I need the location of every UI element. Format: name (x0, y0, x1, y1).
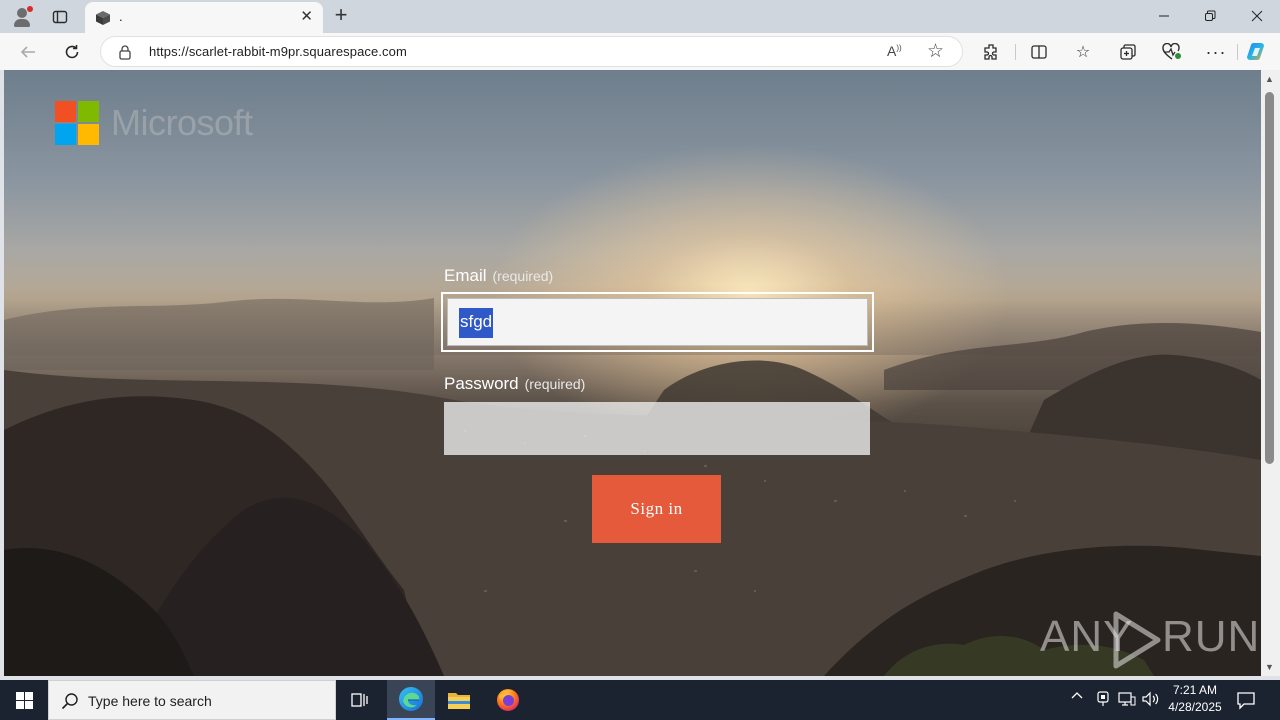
password-label-text: Password (444, 374, 519, 393)
favorites-icon[interactable]: ☆ (1072, 41, 1094, 63)
microsoft-logo: Microsoft (55, 101, 265, 147)
logo-square-yellow (78, 124, 99, 145)
meet-now-icon[interactable] (1096, 691, 1110, 710)
tab-title: . (119, 9, 123, 24)
logo-square-blue (55, 124, 76, 145)
collections-icon[interactable] (1117, 41, 1139, 63)
minimize-button[interactable] (1141, 0, 1187, 32)
tray-chevron-up-icon[interactable] (1071, 689, 1083, 705)
toolbar-separator (1237, 44, 1238, 60)
email-field[interactable]: sfgd (447, 298, 868, 346)
tab-bar: . ✕ + (0, 0, 1280, 33)
cube-favicon-icon (96, 11, 110, 25)
search-icon (61, 693, 78, 710)
extensions-icon[interactable] (980, 41, 1002, 63)
volume-icon[interactable] (1142, 691, 1160, 710)
browser-toolbar: https://scarlet-rabbit-m9pr.squarespace.… (0, 33, 1280, 70)
refresh-button[interactable] (60, 40, 84, 64)
microsoft-wordmark: Microsoft (111, 102, 253, 143)
file-explorer-icon[interactable] (435, 680, 483, 720)
clock-time: 7:21 AM (1172, 683, 1218, 697)
new-tab-button[interactable]: + (330, 4, 352, 28)
firefox-icon[interactable] (484, 680, 532, 720)
logo-square-green (78, 101, 99, 122)
password-field[interactable] (444, 402, 870, 455)
windows-logo-icon (15, 691, 33, 709)
taskbar-search-box[interactable]: Type here to search (48, 680, 336, 720)
favorite-star-icon[interactable]: ☆ (927, 40, 944, 63)
more-options-icon[interactable]: ··· (1205, 41, 1227, 63)
logo-square-red (55, 101, 76, 122)
watermark-text-run: RUN (1162, 612, 1261, 661)
browser-essentials-icon[interactable] (1161, 41, 1183, 63)
play-icon (1113, 611, 1161, 669)
vertical-scrollbar[interactable]: ▲ ▼ (1261, 70, 1280, 676)
notifications-icon[interactable] (1236, 690, 1256, 715)
anyrun-watermark: ANY RUN (1040, 610, 1259, 670)
task-view-icon[interactable] (336, 680, 384, 720)
scroll-up-arrow-icon[interactable]: ▲ (1265, 74, 1274, 84)
email-label: Email (required) (444, 266, 553, 286)
email-value-selected[interactable]: sfgd (459, 308, 494, 338)
password-label: Password (required) (444, 374, 585, 394)
tab-actions-icon[interactable] (49, 6, 71, 28)
tab-close-icon[interactable]: ✕ (300, 9, 313, 25)
edge-taskbar-icon[interactable] (387, 680, 435, 720)
read-aloud-icon[interactable]: A)) (887, 43, 902, 59)
profile-icon[interactable] (11, 6, 33, 28)
network-icon[interactable] (1118, 691, 1136, 710)
page-viewport: Microsoft Email (required) sfgd Password (… (4, 70, 1261, 676)
login-form: Email (required) sfgd Password (required) … (441, 264, 876, 554)
restore-button[interactable] (1187, 0, 1233, 32)
windows-taskbar: Type here to search 7:21 AM 4/28/2025 (0, 680, 1280, 720)
scroll-down-arrow-icon[interactable]: ▼ (1265, 662, 1274, 672)
taskbar-clock[interactable]: 7:21 AM 4/28/2025 (1160, 682, 1230, 716)
lock-icon[interactable] (117, 44, 133, 60)
toolbar-separator (1015, 44, 1016, 60)
start-button[interactable] (0, 680, 48, 720)
close-window-button[interactable] (1234, 0, 1280, 32)
browser-tab[interactable]: . ✕ (85, 2, 323, 33)
search-placeholder: Type here to search (88, 693, 212, 709)
copilot-icon[interactable] (1246, 41, 1268, 63)
password-required-text: (required) (524, 376, 586, 392)
address-bar[interactable]: https://scarlet-rabbit-m9pr.squarespace.… (100, 36, 963, 67)
sign-in-button[interactable]: Sign in (592, 475, 721, 543)
split-screen-icon[interactable] (1028, 41, 1050, 63)
url-text[interactable]: https://scarlet-rabbit-m9pr.squarespace.… (149, 44, 407, 59)
email-label-text: Email (444, 266, 487, 285)
email-required-text: (required) (492, 268, 554, 284)
back-button[interactable] (16, 40, 40, 64)
scroll-thumb[interactable] (1265, 92, 1274, 464)
clock-date: 4/28/2025 (1168, 700, 1222, 714)
